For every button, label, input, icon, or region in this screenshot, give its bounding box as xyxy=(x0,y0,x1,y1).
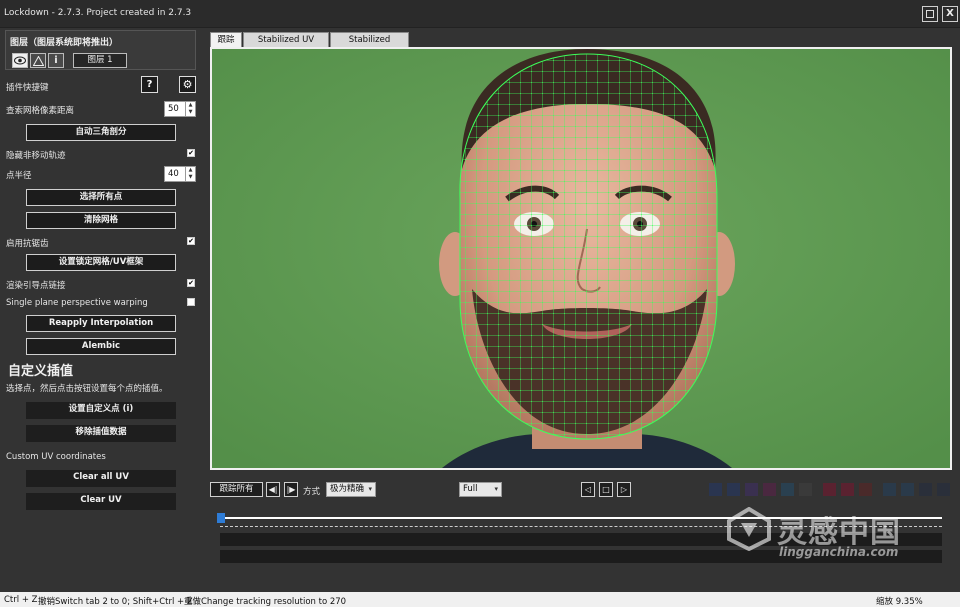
resolution-value: Full xyxy=(463,484,478,494)
restore-button[interactable] xyxy=(922,6,938,22)
watermark-logo: 灵感中国 lingganchina.com xyxy=(727,505,937,575)
left-panel: 图层（图层系统即将推出） i 图层 1 插件快捷键 ? ⚙ 查索网格像素距离 5… xyxy=(0,28,202,592)
alembic-button[interactable]: Alembic xyxy=(26,338,176,355)
select-all-points-button[interactable]: 选择所有点 xyxy=(26,189,176,206)
custom-uv-label: Custom UV coordinates xyxy=(6,452,106,462)
play-prev-button[interactable]: ◁ xyxy=(581,482,595,497)
tab-tracking[interactable]: 跟踪 xyxy=(210,32,242,47)
spin-arrows-icon[interactable]: ▲ ▼ xyxy=(185,102,195,116)
reapply-interpolation-button[interactable]: Reapply Interpolation xyxy=(26,315,176,332)
search-radius-label: 查索网格像素距离 xyxy=(6,106,75,116)
single-plane-checkbox[interactable] xyxy=(187,298,195,306)
watermark-en: lingganchina.com xyxy=(779,545,899,559)
stop-button[interactable]: □ xyxy=(599,482,613,497)
undo-text: 撤销Switch tab 2 to 0; Shift+Ctrl + Z xyxy=(38,597,193,607)
track-backward-button[interactable]: ◀| xyxy=(266,482,280,497)
point-radius-spinbox[interactable]: 40 ▲ ▼ xyxy=(164,166,196,182)
set-lock-mesh-button[interactable]: 设置锁定网格/UV框架 xyxy=(26,254,176,271)
chevron-down-icon: ▾ xyxy=(368,485,372,493)
tool-square-3[interactable] xyxy=(745,483,758,496)
tool-square-7[interactable] xyxy=(823,483,836,496)
layer-1-button[interactable]: 图层 1 xyxy=(73,53,127,68)
undo-shortcut: Ctrl + Z xyxy=(4,595,38,605)
antialias-checkbox[interactable]: ✔ xyxy=(187,237,195,245)
remove-interp-button[interactable]: 移除插值数据 xyxy=(26,425,176,442)
video-viewport[interactable] xyxy=(210,47,952,470)
eye-icon xyxy=(14,56,26,65)
auto-triangulate-button[interactable]: 自动三角剖分 xyxy=(26,124,176,141)
playhead-handle[interactable] xyxy=(217,513,225,523)
spin-arrows-icon[interactable]: ▲ ▼ xyxy=(185,167,195,181)
search-radius-value: 50 xyxy=(168,104,179,114)
status-bar: Ctrl + Z 撤销Switch tab 2 to 0; Shift+Ctrl… xyxy=(0,592,960,607)
set-custom-point-button[interactable]: 设置自定义点 (i) xyxy=(26,402,176,419)
clear-all-uv-button[interactable]: Clear all UV xyxy=(26,470,176,487)
info-button[interactable]: i xyxy=(48,53,64,68)
single-plane-label: Single plane perspective warping xyxy=(6,298,148,308)
restore-icon xyxy=(926,10,934,18)
warning-icon xyxy=(32,55,44,66)
render-guides-checkbox[interactable]: ✔ xyxy=(187,279,195,287)
mode-select[interactable]: 极为精确 ▾ xyxy=(326,482,376,497)
hide-nonmoving-label: 隐藏非移动轨迹 xyxy=(6,151,66,161)
tool-square-2[interactable] xyxy=(727,483,740,496)
clear-uv-button[interactable]: Clear UV xyxy=(26,493,176,510)
custom-interp-title: 自定义插值 xyxy=(8,364,74,379)
close-button[interactable]: X xyxy=(942,6,958,22)
tool-square-8[interactable] xyxy=(841,483,854,496)
tool-square-12[interactable] xyxy=(919,483,932,496)
tool-square-10[interactable] xyxy=(883,483,896,496)
clear-mesh-button[interactable]: 清除网格 xyxy=(26,212,176,229)
custom-interp-desc: 选择点，然后点击按钮设置每个点的插值。 xyxy=(6,384,168,394)
antialias-label: 启用抗锯齿 xyxy=(6,239,49,249)
tool-square-9[interactable] xyxy=(859,483,872,496)
track-forward-button[interactable]: |▶ xyxy=(284,482,298,497)
gear-icon: ⚙ xyxy=(182,78,193,91)
mode-label: 方式 xyxy=(303,487,321,497)
tool-square-6[interactable] xyxy=(799,483,812,496)
help-button[interactable]: ? xyxy=(141,76,158,93)
render-guides-label: 渲染引导点链接 xyxy=(6,281,66,291)
resolution-select[interactable]: Full ▾ xyxy=(459,482,502,497)
settings-button[interactable]: ⚙ xyxy=(179,76,196,93)
layer-title: 图层（图层系统即将推出） xyxy=(10,38,119,48)
point-radius-label: 点半径 xyxy=(6,171,32,181)
face-image[interactable] xyxy=(212,49,950,468)
chevron-down-icon: ▾ xyxy=(494,485,498,493)
hide-nonmoving-checkbox[interactable]: ✔ xyxy=(187,149,195,157)
track-all-button[interactable]: 跟踪所有 xyxy=(210,482,263,497)
play-next-button[interactable]: ▷ xyxy=(617,482,631,497)
zoom-text: 缩放 9.35% xyxy=(876,597,923,607)
plugin-shortcut-label: 插件快捷键 xyxy=(6,83,49,93)
tool-square-4[interactable] xyxy=(763,483,776,496)
window-title: Lockdown - 2.7.3. Project created in 2.7… xyxy=(4,8,192,18)
tool-square-13[interactable] xyxy=(937,483,950,496)
warning-toggle[interactable] xyxy=(30,53,46,68)
tool-square-1[interactable] xyxy=(709,483,722,496)
search-radius-spinbox[interactable]: 50 ▲ ▼ xyxy=(164,101,196,117)
layer-box: 图层（图层系统即将推出） i 图层 1 xyxy=(5,30,196,70)
tool-square-5[interactable] xyxy=(781,483,794,496)
mode-value: 极为精确 xyxy=(330,484,365,494)
title-bar: Lockdown - 2.7.3. Project created in 2.7… xyxy=(0,0,960,28)
tab-stabilized-tracking[interactable]: Stabilized Tracking xyxy=(330,32,409,59)
watermark-icon xyxy=(727,507,771,551)
point-radius-value: 40 xyxy=(168,169,179,179)
tab-stabilized-uv-layout[interactable]: Stabilized UV Layout xyxy=(243,32,329,59)
tool-square-11[interactable] xyxy=(901,483,914,496)
visibility-toggle[interactable] xyxy=(12,53,28,68)
redo-text: 重做Change tracking resolution to 270 xyxy=(184,597,347,607)
